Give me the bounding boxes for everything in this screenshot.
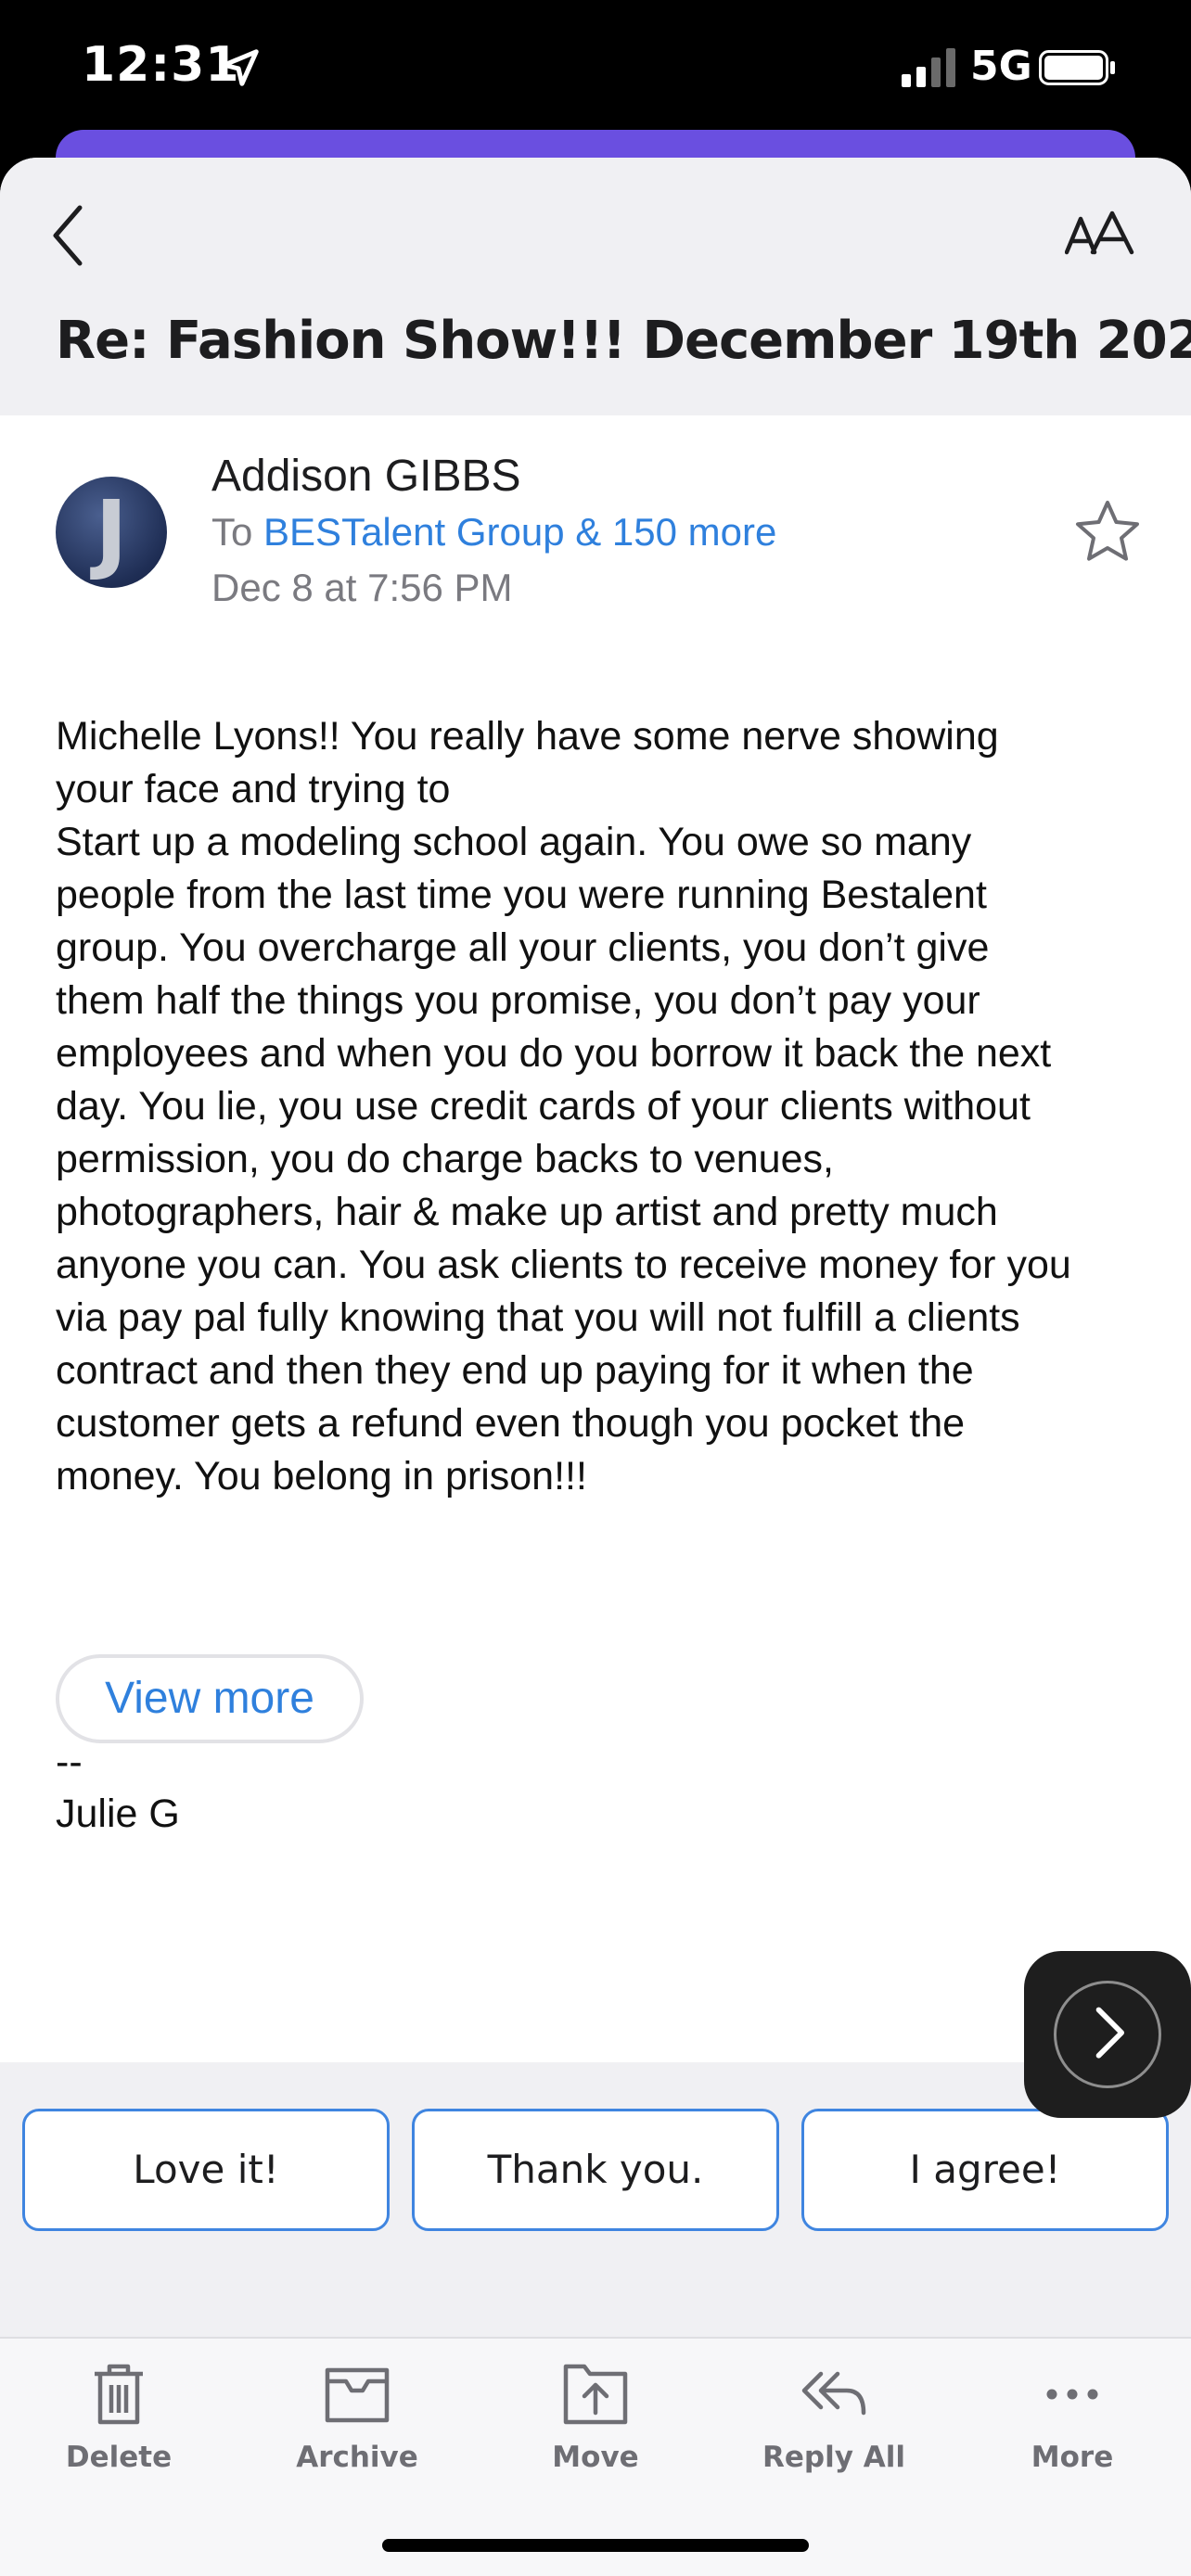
body-line: contract and then they end up paying for… bbox=[56, 1348, 974, 1393]
chevron-right-icon bbox=[1095, 2007, 1125, 2059]
body-line: money. You belong in prison!!! bbox=[56, 1454, 587, 1498]
network-label: 5G bbox=[970, 43, 1032, 90]
star-icon[interactable] bbox=[1070, 495, 1145, 569]
toolbar-more[interactable]: More bbox=[980, 2361, 1165, 2491]
toolbar-reply-all-label: Reply All bbox=[762, 2441, 905, 2474]
toolbar-archive[interactable]: Archive bbox=[264, 2361, 450, 2491]
body-line: employees and when you do you borrow it … bbox=[56, 1031, 1052, 1076]
toolbar-move-label: Move bbox=[552, 2441, 639, 2474]
body-line: photographers, hair & make up artist and… bbox=[56, 1190, 998, 1234]
chevron-left-icon[interactable] bbox=[43, 198, 98, 273]
trash-icon bbox=[95, 2364, 143, 2425]
toolbar-archive-label: Archive bbox=[296, 2441, 418, 2474]
signature-name: Julie G bbox=[56, 1792, 180, 1836]
location-arrow-icon bbox=[222, 49, 259, 86]
body-line: permission, you do charge backs to venue… bbox=[56, 1137, 834, 1181]
more-icon bbox=[1046, 2389, 1098, 2400]
recipients[interactable]: To BESTalent Group & 150 more bbox=[211, 510, 776, 555]
sheet-header: Re: Fashion Show!!! December 19th 2021 bbox=[0, 158, 1191, 415]
toolbar-delete[interactable]: Delete bbox=[26, 2361, 211, 2491]
quick-replies: Love it! Thank you. I agree! bbox=[0, 2062, 1191, 2337]
view-more-button[interactable]: View more bbox=[56, 1654, 364, 1743]
status-time: 12:31 bbox=[82, 37, 240, 93]
move-icon bbox=[563, 2364, 628, 2425]
body-line: them half the things you promise, you do… bbox=[56, 978, 980, 1023]
battery-icon bbox=[1039, 50, 1115, 85]
email-body: Michelle Lyons!! You really have some ne… bbox=[56, 710, 1150, 1503]
toolbar-reply-all[interactable]: Reply All bbox=[741, 2361, 927, 2491]
body-line: group. You overcharge all your clients, … bbox=[56, 925, 990, 970]
body-line: people from the last time you were runni… bbox=[56, 873, 987, 917]
quick-reply-thank-you[interactable]: Thank you. bbox=[412, 2109, 779, 2231]
body-line: Michelle Lyons!! You really have some ne… bbox=[56, 714, 999, 759]
body-line: via pay pal fully knowing that you will … bbox=[56, 1295, 1020, 1340]
next-circle bbox=[1054, 1981, 1161, 2088]
email-subject: Re: Fashion Show!!! December 19th 2021 bbox=[56, 311, 1191, 371]
status-bar: 12:31 5G bbox=[0, 0, 1191, 139]
body-line: customer gets a refund even though you p… bbox=[56, 1401, 966, 1446]
sender-name[interactable]: Addison GIBBS bbox=[211, 451, 521, 502]
text-size-icon[interactable] bbox=[1065, 206, 1139, 261]
sent-date: Dec 8 at 7:56 PM bbox=[211, 566, 513, 609]
toolbar-delete-label: Delete bbox=[65, 2441, 173, 2474]
home-indicator bbox=[382, 2539, 809, 2552]
to-label: To bbox=[211, 510, 253, 554]
recipients-link[interactable]: BESTalent Group & 150 more bbox=[263, 510, 776, 554]
body-line: anyone you can. You ask clients to recei… bbox=[56, 1243, 1071, 1287]
archive-icon bbox=[325, 2367, 390, 2423]
toolbar-move[interactable]: Move bbox=[503, 2361, 688, 2491]
body-line: day. You lie, you use credit cards of yo… bbox=[56, 1084, 1031, 1129]
email-sheet: Re: Fashion Show!!! December 19th 2021 J… bbox=[0, 158, 1191, 2576]
avatar-letter: J bbox=[95, 482, 128, 583]
quick-reply-i-agree[interactable]: I agree! bbox=[801, 2109, 1169, 2231]
signal-icon bbox=[902, 48, 955, 87]
avatar[interactable]: J bbox=[56, 477, 167, 588]
reply-all-icon bbox=[801, 2371, 866, 2416]
next-email-button[interactable] bbox=[1024, 1951, 1191, 2118]
toolbar-more-label: More bbox=[1031, 2441, 1114, 2474]
body-line: your face and trying to bbox=[56, 767, 451, 811]
body-line: Start up a modeling school again. You ow… bbox=[56, 820, 972, 864]
screen: 12:31 5G Re: Fashion Show!!! December 19… bbox=[0, 0, 1191, 2576]
signature-separator: -- bbox=[56, 1740, 83, 1784]
quick-reply-love-it[interactable]: Love it! bbox=[22, 2109, 390, 2231]
